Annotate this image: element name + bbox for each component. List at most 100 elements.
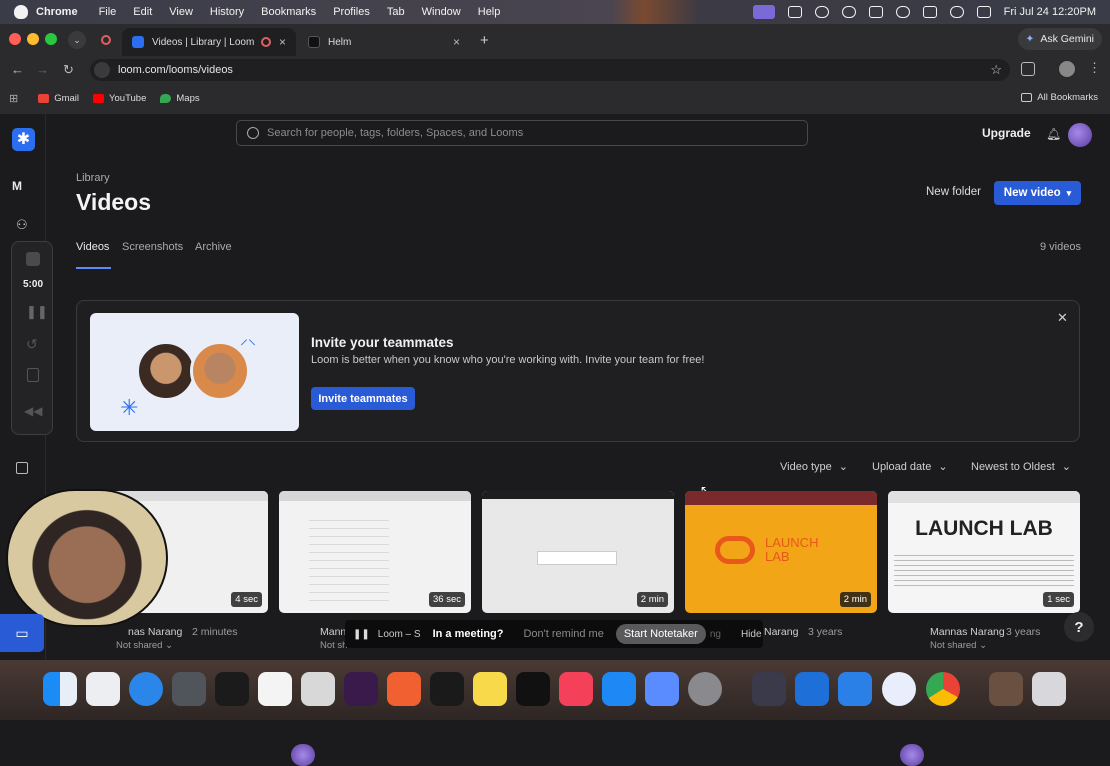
cube-app-icon[interactable] — [215, 672, 249, 706]
spotlight-search-icon[interactable] — [949, 6, 964, 18]
menu-window[interactable]: Window — [422, 6, 461, 18]
camera-icon[interactable]: ▭ — [0, 614, 44, 652]
menu-view[interactable]: View — [169, 6, 193, 18]
chrome-icon[interactable] — [926, 672, 960, 706]
user-avatar[interactable] — [1068, 123, 1092, 147]
app-icon[interactable] — [752, 672, 786, 706]
audio-bars-icon[interactable] — [868, 6, 883, 18]
audio-app-icon[interactable] — [344, 672, 378, 706]
forward-arrow-icon[interactable]: → — [36, 62, 49, 77]
sharing-status[interactable]: Not shared ⌄ — [116, 640, 173, 651]
notes-app-icon[interactable] — [172, 672, 206, 706]
site-info-icon[interactable] — [94, 62, 110, 78]
xcode-icon[interactable] — [795, 672, 829, 706]
invite-teammates-button[interactable]: Invite teammates — [311, 387, 415, 410]
new-folder-button[interactable]: New folder — [926, 186, 981, 198]
tab-search-chevron-icon[interactable]: ⌄ — [68, 31, 86, 49]
trash-icon[interactable] — [1032, 672, 1066, 706]
play-icon[interactable] — [841, 6, 856, 18]
close-tab-icon[interactable]: × — [279, 35, 286, 49]
video-card[interactable]: LAUNCH LAB 2 min — [685, 491, 877, 613]
finder-icon[interactable] — [43, 672, 77, 706]
trash-icon[interactable] — [27, 368, 39, 382]
tab-archive[interactable]: Archive — [195, 241, 232, 253]
shield-app-icon[interactable] — [301, 672, 335, 706]
add-user-icon[interactable]: ⚇ — [16, 217, 28, 233]
bookmark-youtube[interactable]: YouTube — [93, 93, 146, 104]
wifi-icon[interactable] — [895, 6, 910, 18]
loom-dock-icon[interactable] — [882, 672, 916, 706]
menu-file[interactable]: File — [99, 6, 117, 18]
menu-tab[interactable]: Tab — [387, 6, 405, 18]
tab-loom-videos[interactable]: Videos | Library | Loom × — [122, 28, 296, 56]
zoom-window-icon[interactable] — [45, 33, 57, 45]
iphone-mirroring-icon[interactable] — [645, 672, 679, 706]
workspace-avatar[interactable]: M — [12, 179, 22, 193]
notification-bell-icon[interactable]: 🔔︎ — [1046, 127, 1061, 141]
start-notetaker-button[interactable]: Start Notetaker — [615, 624, 706, 644]
all-bookmarks-button[interactable]: All Bookmarks — [1021, 92, 1098, 103]
menu-history[interactable]: History — [210, 6, 244, 18]
video-card[interactable]: LAUNCH LAB 1 sec — [888, 491, 1080, 613]
dont-remind-button[interactable]: Don't remind me — [523, 628, 603, 640]
bookmark-gmail[interactable]: Gmail — [38, 93, 79, 104]
sharing-status[interactable]: Not shared ⌄ — [930, 640, 987, 651]
reload-icon[interactable]: ↻ — [63, 62, 74, 78]
terminal-app-icon[interactable] — [430, 672, 464, 706]
stop-recording-icon[interactable] — [26, 252, 40, 266]
pause-icon[interactable]: ❚❚ — [353, 629, 370, 640]
upgrade-button[interactable]: Upgrade — [982, 126, 1031, 140]
search-input[interactable]: Search for people, tags, folders, Spaces… — [236, 120, 808, 146]
app-store-icon[interactable] — [602, 672, 636, 706]
loom-logo-icon[interactable]: ✱ — [12, 128, 35, 151]
claude-icon[interactable] — [387, 672, 421, 706]
system-settings-icon[interactable] — [688, 672, 722, 706]
sharing-status[interactable]: Not sh — [320, 640, 347, 651]
tab-screenshots[interactable]: Screenshots — [122, 241, 183, 253]
back-arrow-icon[interactable]: ← — [11, 62, 24, 77]
new-tab-icon[interactable]: + — [480, 32, 489, 49]
pause-icon[interactable]: ❚❚ — [26, 304, 48, 320]
sort-select[interactable]: Newest to Oldest ⌄ — [971, 460, 1071, 474]
bookmark-maps[interactable]: Maps — [160, 93, 200, 104]
chrome-menu-icon[interactable]: ⋮ — [1088, 60, 1101, 76]
address-bar[interactable]: loom.com/looms/videos ☆ — [90, 59, 1010, 81]
new-video-button[interactable]: New video ▾ — [994, 181, 1081, 205]
webcam-bubble[interactable] — [6, 489, 168, 627]
safari-icon[interactable] — [129, 672, 163, 706]
control-center-icon[interactable] — [976, 6, 991, 18]
hide-button[interactable]: Hide — [741, 629, 762, 640]
menu-help[interactable]: Help — [478, 6, 501, 18]
folder-window-icon[interactable] — [838, 672, 872, 706]
upload-date-filter[interactable]: Upload date ⌄ — [872, 460, 948, 474]
ask-gemini-button[interactable]: ✦ Ask Gemini — [1017, 28, 1102, 50]
notes-icon[interactable] — [473, 672, 507, 706]
library-icon[interactable] — [16, 462, 28, 474]
video-card[interactable]: 2 min — [482, 491, 674, 613]
screen-record-icon[interactable] — [752, 5, 775, 19]
bookmark-star-icon[interactable]: ☆ — [990, 62, 1002, 78]
close-tab-icon[interactable]: × — [453, 35, 460, 49]
restart-icon[interactable]: ↺ — [26, 336, 38, 353]
battery-icon[interactable] — [922, 6, 937, 18]
music-icon[interactable] — [559, 672, 593, 706]
video-type-filter[interactable]: Video type ⌄ — [780, 460, 848, 474]
menu-profiles[interactable]: Profiles — [333, 6, 370, 18]
tab-helm[interactable]: Helm × — [298, 28, 470, 56]
apps-grid-icon[interactable]: ⊞ — [9, 92, 18, 105]
menu-edit[interactable]: Edit — [133, 6, 152, 18]
video-card[interactable]: 36 sec — [279, 491, 471, 613]
loom-tray-icon[interactable] — [814, 6, 829, 18]
tab-videos[interactable]: Videos — [76, 241, 109, 253]
profile-avatar-icon[interactable] — [1059, 61, 1075, 77]
photo-thumbnail-icon[interactable] — [989, 672, 1023, 706]
close-icon[interactable]: ✕ — [1057, 310, 1068, 326]
collapse-icon[interactable]: ◀◀ — [24, 404, 42, 418]
menu-app-name[interactable]: Chrome — [36, 6, 78, 18]
close-window-icon[interactable] — [9, 33, 21, 45]
shield-icon[interactable] — [787, 6, 802, 18]
menu-bookmarks[interactable]: Bookmarks — [261, 6, 316, 18]
minimize-window-icon[interactable] — [27, 33, 39, 45]
apple-tv-icon[interactable] — [516, 672, 550, 706]
extensions-icon[interactable] — [1021, 62, 1035, 76]
